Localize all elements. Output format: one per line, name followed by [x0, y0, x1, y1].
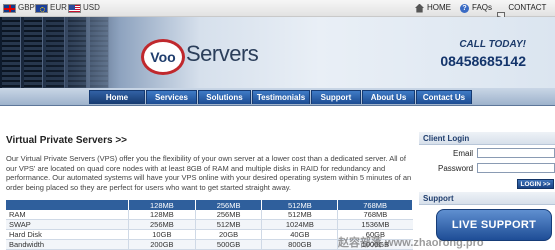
table-cell: 1024MB	[261, 219, 338, 230]
table-cell: 500GB	[194, 239, 262, 250]
table-header-cell: 768MB	[337, 200, 413, 210]
nav-home[interactable]: Home	[89, 90, 145, 104]
support-title: Support	[419, 192, 555, 205]
table-header-cell	[6, 200, 129, 210]
header-banner: Voo Servers CALL TODAY! 08458685142	[0, 17, 555, 88]
table-header-row: 128MB 256MB 512MB 768MB	[6, 200, 413, 210]
currency-usd[interactable]: USD	[68, 0, 100, 16]
currency-label: USD	[83, 3, 100, 12]
watermark-text: 赵容部落 www.zhaorong.pro	[338, 237, 484, 249]
call-today-label: CALL TODAY!	[459, 39, 526, 50]
currency-gbp[interactable]: GBP	[3, 0, 35, 16]
client-login-title: Client Login	[419, 132, 555, 145]
table-cell: 256MB	[194, 210, 262, 220]
us-flag-icon	[68, 3, 81, 13]
table-cell: 1536MB	[337, 219, 413, 230]
server-rack-image	[24, 17, 43, 88]
faq-icon: ?	[460, 3, 469, 13]
server-rack-image	[46, 17, 65, 88]
table-cell: 10GB	[128, 229, 196, 240]
eu-flag-icon	[35, 3, 48, 13]
table-cell: 256MB	[128, 219, 196, 230]
table-row: RAM 128MB 256MB 512MB 768MB	[6, 210, 413, 220]
nav-services[interactable]: Services	[146, 90, 197, 104]
home-icon	[415, 3, 424, 13]
page-title: Virtual Private Servers >>	[6, 135, 128, 146]
email-label: Email	[453, 149, 474, 158]
server-rack-image	[90, 17, 109, 88]
gb-flag-icon	[3, 3, 16, 13]
top-bar: GBP EUR USD HOME ? FAQs CONTACT US	[0, 0, 555, 28]
top-link-faqs[interactable]: ? FAQs	[460, 0, 492, 16]
table-header-cell: 128MB	[128, 200, 196, 210]
currency-label: GBP	[18, 3, 35, 12]
table-cell: 20GB	[194, 229, 262, 240]
email-field[interactable]	[477, 148, 555, 158]
table-cell: 800GB	[261, 239, 338, 250]
top-link-label: FAQs	[472, 3, 493, 12]
nav-support[interactable]: Support	[311, 90, 361, 104]
nav-about-us[interactable]: About Us	[362, 90, 415, 104]
top-link-home[interactable]: HOME	[415, 0, 451, 16]
table-header-cell: 512MB	[261, 200, 339, 210]
nav-contact-us[interactable]: Contact Us	[416, 90, 472, 104]
row-label: Hard Disk	[6, 229, 129, 240]
logo-mark-text: Voo	[150, 49, 176, 65]
nav-solutions[interactable]: Solutions	[198, 90, 251, 104]
password-field[interactable]	[477, 163, 555, 173]
table-cell: 128MB	[128, 210, 196, 220]
table-row: SWAP 256MB 512MB 1024MB 1536MB	[6, 219, 413, 230]
row-label: RAM	[6, 210, 129, 220]
table-cell: 512MB	[261, 210, 338, 220]
server-rack-image	[2, 17, 21, 88]
table-cell: 512MB	[194, 219, 262, 230]
table-cell: 768MB	[337, 210, 413, 220]
phone-number: 08458685142	[440, 53, 526, 69]
login-button[interactable]: LOGIN >>	[517, 179, 554, 189]
currency-label: EUR	[50, 3, 67, 12]
table-header-cell: 256MB	[195, 200, 263, 210]
row-label: Bandwidth	[6, 239, 129, 250]
server-rack-image	[68, 17, 87, 88]
table-cell: 200GB	[128, 239, 196, 250]
top-link-label: HOME	[427, 3, 451, 12]
currency-eur[interactable]: EUR	[35, 0, 67, 16]
nav-testimonials[interactable]: Testimonials	[252, 90, 310, 104]
main-nav: Home Services Solutions Testimonials Sup…	[0, 88, 555, 106]
logo-mark[interactable]: Voo	[141, 39, 185, 75]
logo-text[interactable]: Servers	[186, 41, 259, 67]
table-cell: 40GB	[261, 229, 338, 240]
row-label: SWAP	[6, 219, 129, 230]
password-label: Password	[438, 164, 474, 173]
intro-paragraph: Our Virtual Private Servers (VPS) offer …	[6, 154, 412, 192]
